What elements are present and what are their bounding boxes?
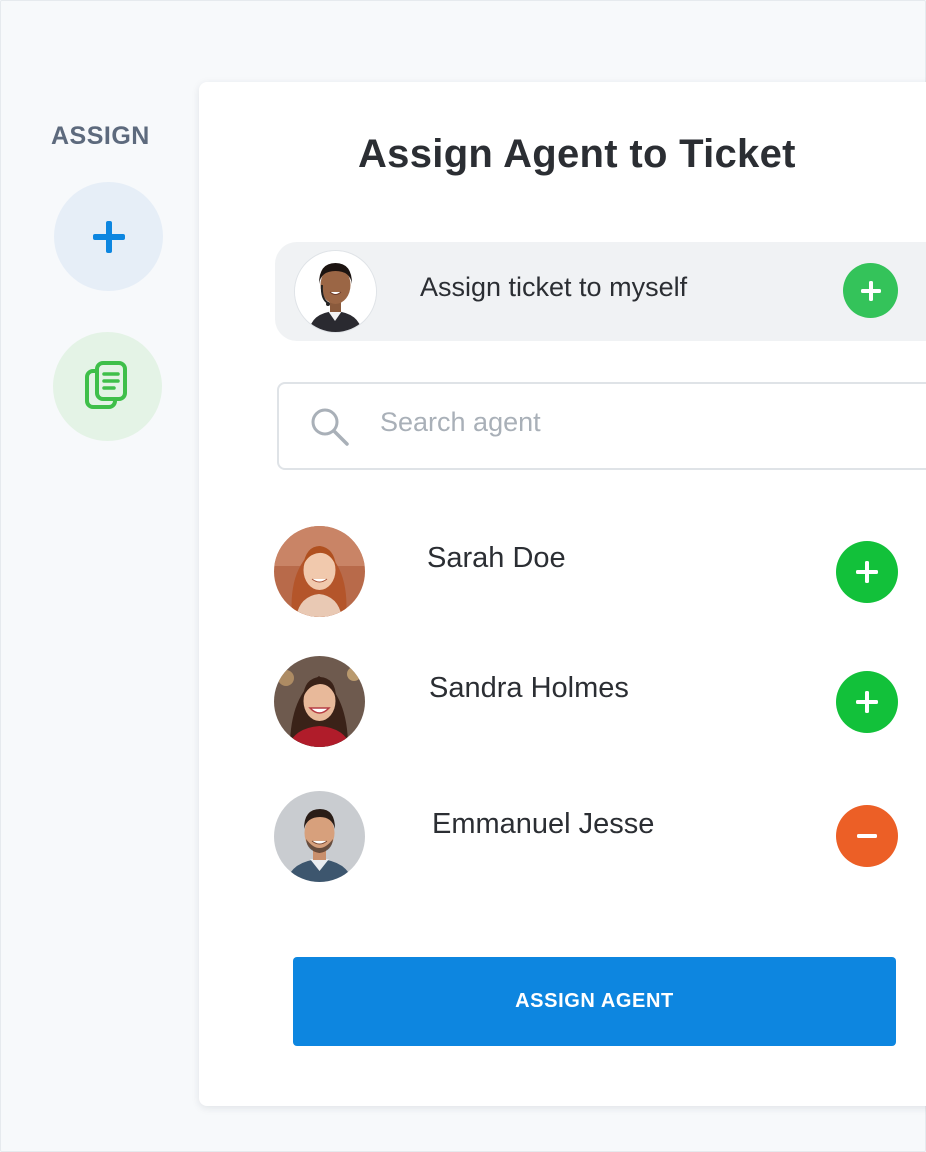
plus-icon xyxy=(856,691,878,713)
avatar xyxy=(274,791,365,882)
plus-icon xyxy=(860,280,881,301)
minus-icon xyxy=(857,834,877,838)
sidebar-label: ASSIGN xyxy=(51,122,150,150)
search-icon xyxy=(311,408,349,446)
add-agent-button[interactable] xyxy=(836,541,898,603)
agent-name: Sandra Holmes xyxy=(429,672,629,704)
self-assign-label: Assign ticket to myself xyxy=(420,272,688,302)
plus-icon xyxy=(856,561,878,583)
avatar xyxy=(274,526,365,617)
assign-agent-button[interactable]: ASSIGN AGENT xyxy=(293,957,896,1046)
self-avatar xyxy=(295,251,376,332)
search-input[interactable] xyxy=(380,400,910,444)
documents-icon xyxy=(84,360,127,409)
agent-name: Sarah Doe xyxy=(427,542,566,574)
documents-button[interactable] xyxy=(53,332,162,441)
add-agent-button[interactable] xyxy=(836,671,898,733)
plus-icon xyxy=(92,220,125,253)
self-assign-button[interactable] xyxy=(843,263,898,318)
agent-name: Emmanuel Jesse xyxy=(432,808,655,840)
add-button[interactable] xyxy=(54,182,163,291)
avatar xyxy=(274,656,365,747)
dialog-title: Assign Agent to Ticket xyxy=(358,132,796,176)
remove-agent-button[interactable] xyxy=(836,805,898,867)
